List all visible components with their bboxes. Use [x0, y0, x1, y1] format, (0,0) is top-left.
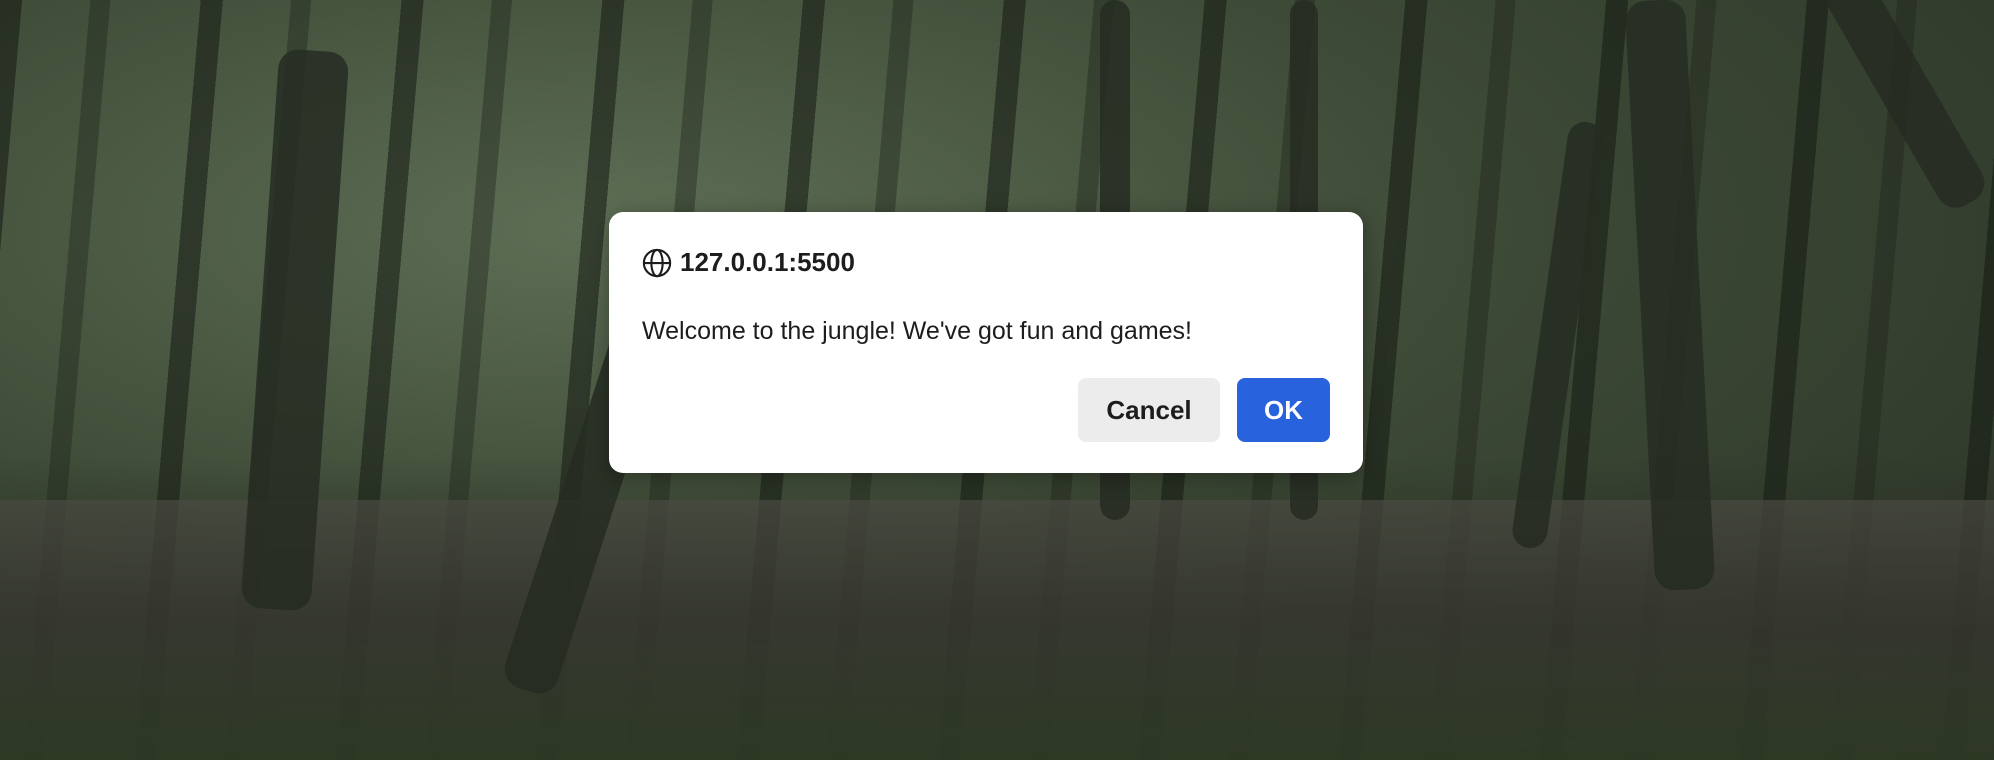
- globe-icon: [642, 248, 672, 277]
- cancel-button[interactable]: Cancel: [1078, 378, 1220, 442]
- ok-button[interactable]: OK: [1237, 378, 1330, 442]
- dialog-title: 127.0.0.1:5500: [642, 247, 855, 278]
- dialog-origin: 127.0.0.1:5500: [680, 247, 855, 277]
- alert-dialog: 127.0.0.1:5500 Welcome to the jungle! We…: [609, 212, 1363, 473]
- dialog-message: Welcome to the jungle! We've got fun and…: [642, 317, 1192, 345]
